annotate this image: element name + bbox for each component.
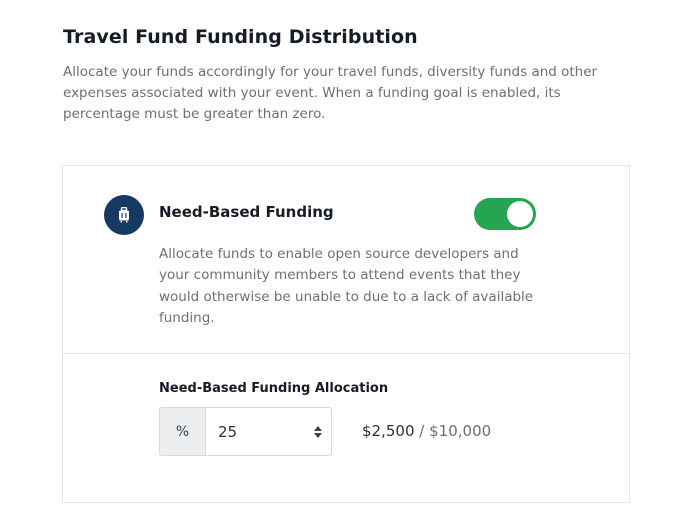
need-based-funding-description: Allocate funds to enable open source dev… xyxy=(159,246,534,326)
allocation-input-group: % xyxy=(159,407,332,456)
allocation-label: Need-Based Funding Allocation xyxy=(159,381,389,396)
page: Travel Fund Funding Distribution Allocat… xyxy=(0,0,691,514)
need-based-funding-toggle[interactable] xyxy=(474,198,536,230)
allocated-amount: $2,500 xyxy=(362,422,415,440)
toggle-knob xyxy=(507,201,533,227)
page-description: Allocate your funds accordingly for your… xyxy=(63,64,598,122)
amount-separator: / xyxy=(419,422,425,440)
spin-up-icon[interactable] xyxy=(314,425,322,431)
percent-prefix: % xyxy=(160,408,206,455)
need-based-funding-card: Need-Based Funding Allocate funds to ena… xyxy=(62,165,630,503)
allocation-amounts: $2,500 / $10,000 xyxy=(362,422,491,440)
allocation-percent-input[interactable] xyxy=(206,408,305,455)
number-spinner[interactable] xyxy=(305,408,331,455)
card-divider xyxy=(63,353,629,354)
total-amount: $10,000 xyxy=(429,422,492,440)
page-title: Travel Fund Funding Distribution xyxy=(63,26,418,48)
spin-down-icon[interactable] xyxy=(314,432,322,438)
suitcase-icon xyxy=(104,195,144,235)
need-based-funding-title: Need-Based Funding xyxy=(159,203,334,221)
